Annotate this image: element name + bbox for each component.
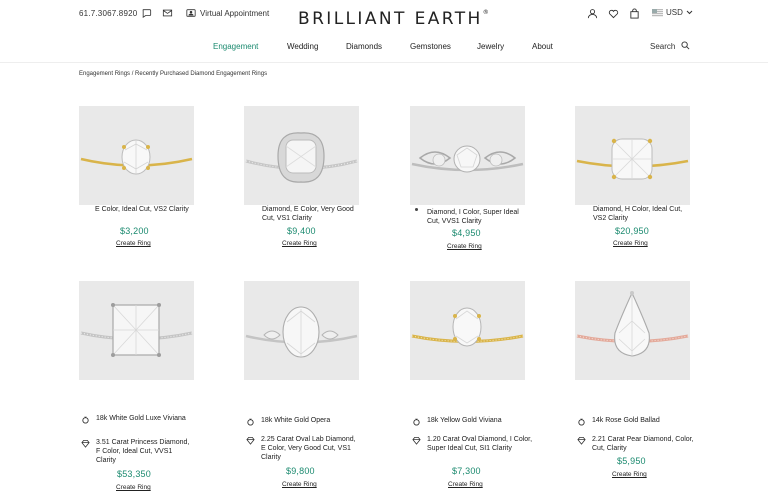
diamond-icon	[246, 436, 255, 445]
price: $53,350	[117, 469, 151, 479]
setting-row: 18k White Gold Luxe Viviana	[81, 414, 191, 424]
product-card[interactable]: 18k White Gold Luxe Viviana 3.51 Carat P…	[79, 281, 229, 496]
create-ring-link[interactable]: Create Ring	[116, 484, 151, 491]
ring-image[interactable]	[410, 106, 525, 205]
ring-image[interactable]	[575, 281, 690, 380]
ring-photo	[411, 145, 524, 173]
ring-photo	[576, 291, 689, 357]
ring-photo	[80, 139, 193, 175]
setting-row: 18k White Gold Opera	[246, 416, 358, 426]
virtual-appointment-link[interactable]: Virtual Appointment	[200, 9, 269, 18]
create-ring-link[interactable]: Create Ring	[447, 243, 482, 250]
price: $5,950	[617, 456, 646, 466]
search-icon[interactable]	[681, 41, 690, 50]
ring-image[interactable]	[575, 106, 690, 205]
diamond-row: 1.20 Carat Oval Diamond, I Color, Super …	[412, 435, 534, 453]
bullet	[415, 208, 418, 211]
ring-image[interactable]	[79, 281, 194, 380]
ring-icon	[82, 416, 89, 424]
chat-icon[interactable]	[141, 8, 152, 18]
diamond-description: 3.51 Carat Princess Diamond, F Color, Id…	[96, 439, 190, 464]
create-ring-link[interactable]: Create Ring	[612, 471, 647, 478]
diamond-description: Diamond, I Color, Super Ideal Cut, VVS1 …	[427, 209, 519, 225]
nav-gemstones[interactable]: Gemstones	[410, 42, 451, 51]
ring-photo	[80, 303, 193, 357]
product-card[interactable]: Diamond, I Color, Super Ideal Cut, VVS1 …	[410, 106, 560, 256]
price: $9,800	[286, 466, 315, 476]
price: $9,400	[287, 226, 316, 236]
diamond-icon	[577, 436, 586, 445]
header-divider	[0, 62, 768, 63]
us-flag-icon	[652, 8, 663, 17]
diamond-row: 2.25 Carat Oval Lab Diamond, E Color, Ve…	[246, 435, 358, 462]
create-ring-link[interactable]: Create Ring	[448, 481, 483, 488]
ring-icon	[578, 418, 585, 426]
nav-wedding[interactable]: Wedding	[287, 42, 318, 51]
price: $20,950	[615, 226, 649, 236]
diamond-description: 1.20 Carat Oval Diamond, I Color, Super …	[427, 436, 533, 452]
search-button[interactable]: Search	[650, 42, 675, 51]
ring-image[interactable]	[244, 106, 359, 205]
heart-icon[interactable]	[608, 8, 619, 19]
create-ring-link[interactable]: Create Ring	[116, 240, 151, 247]
diamond-row: 3.51 Carat Princess Diamond, F Color, Id…	[81, 438, 191, 465]
ring-photo	[245, 132, 358, 183]
product-card[interactable]: Diamond, E Color, Very Good Cut, VS1 Cla…	[244, 106, 394, 256]
phone-number[interactable]: 61.7.3067.8920	[79, 9, 137, 18]
nav-diamonds[interactable]: Diamonds	[346, 42, 382, 51]
product-card[interactable]: Diamond, H Color, Ideal Cut, VS2 Clarity…	[575, 106, 725, 256]
currency-selector[interactable]: USD	[652, 8, 693, 17]
diamond-description: 2.21 Carat Pear Diamond, Color, Cut, Cla…	[592, 436, 694, 452]
user-icon[interactable]	[587, 8, 598, 19]
nav-jewelry[interactable]: Jewelry	[477, 42, 504, 51]
diamond-icon	[81, 439, 90, 448]
price: $3,200	[120, 226, 149, 236]
ring-photo	[411, 307, 524, 347]
create-ring-link[interactable]: Create Ring	[613, 240, 648, 247]
diamond-icon	[412, 436, 421, 445]
breadcrumb[interactable]: Engagement Rings / Recently Purchased Di…	[79, 71, 267, 77]
create-ring-link[interactable]: Create Ring	[282, 240, 317, 247]
price: $4,950	[452, 228, 481, 238]
mail-icon[interactable]	[162, 8, 173, 18]
currency-label: USD	[666, 8, 683, 17]
ring-icon	[247, 418, 254, 426]
product-card[interactable]: E Color, Ideal Cut, VS2 Clarity $3,200 C…	[79, 106, 229, 256]
nav-engagement[interactable]: Engagement	[213, 42, 258, 51]
diamond-row: 2.21 Carat Pear Diamond, Color, Cut, Cla…	[577, 435, 695, 453]
setting-name: 18k White Gold Opera	[261, 417, 331, 424]
setting-row: 14k Rose Gold Ballad	[577, 416, 692, 426]
diamond-description: Diamond, H Color, Ideal Cut, VS2 Clarity	[593, 206, 683, 222]
diamond-description: Diamond, E Color, Very Good Cut, VS1 Cla…	[262, 206, 354, 222]
setting-name: 18k White Gold Luxe Viviana	[96, 415, 186, 422]
diamond-description: E Color, Ideal Cut, VS2 Clarity	[95, 206, 189, 213]
top-utility-bar: 61.7.3067.8920 Virtual Appointment BRILL…	[0, 0, 768, 30]
setting-name: 14k Rose Gold Ballad	[592, 417, 660, 424]
ring-image[interactable]	[79, 106, 194, 205]
create-ring-link[interactable]: Create Ring	[282, 481, 317, 488]
ring-photo	[245, 306, 358, 358]
diamond-description: 2.25 Carat Oval Lab Diamond, E Color, Ve…	[261, 436, 356, 461]
nav-about[interactable]: About	[532, 42, 553, 51]
video-icon[interactable]	[185, 8, 197, 18]
setting-name: 18k Yellow Gold Viviana	[427, 417, 502, 424]
ring-icon	[413, 418, 420, 426]
product-card[interactable]: 18k White Gold Opera 2.25 Carat Oval Lab…	[244, 281, 394, 496]
ring-image[interactable]	[244, 281, 359, 380]
product-card[interactable]: 18k Yellow Gold Viviana 1.20 Carat Oval …	[410, 281, 560, 496]
setting-row: 18k Yellow Gold Viviana	[412, 416, 524, 426]
chevron-down-icon	[686, 10, 693, 15]
price: $7,300	[452, 466, 481, 476]
bag-icon[interactable]	[629, 8, 640, 19]
ring-photo	[576, 138, 689, 180]
product-card[interactable]: 14k Rose Gold Ballad 2.21 Carat Pear Dia…	[575, 281, 725, 496]
brand-logo[interactable]: BRILLIANT EARTH®	[298, 9, 489, 29]
ring-image[interactable]	[410, 281, 525, 380]
